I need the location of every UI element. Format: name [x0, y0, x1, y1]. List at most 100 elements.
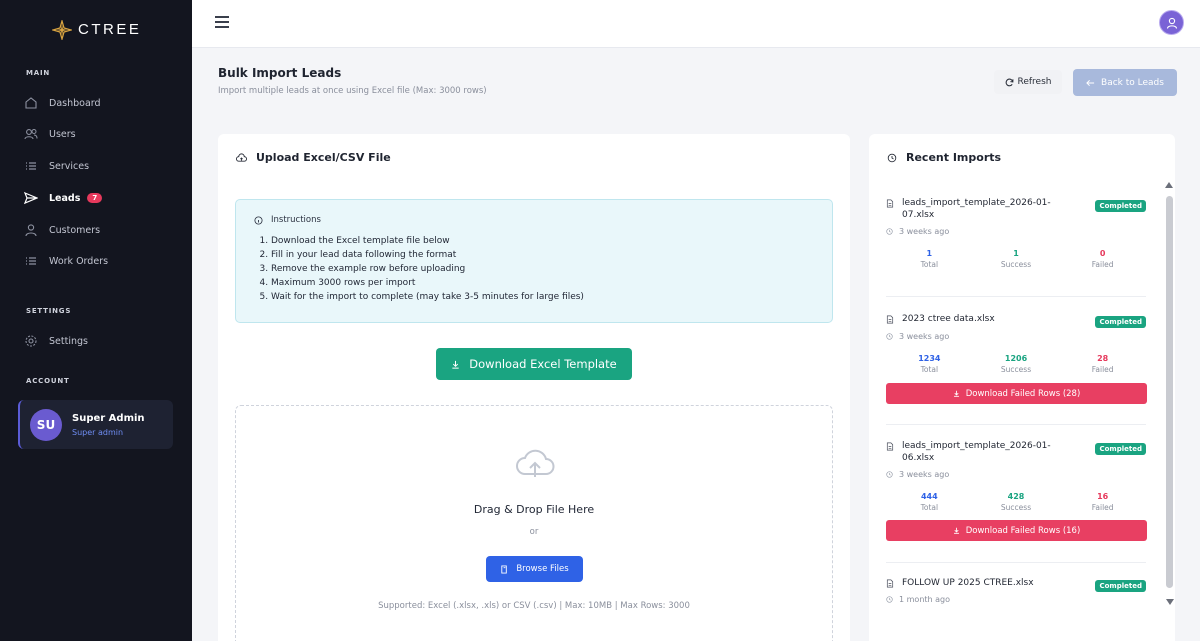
download-template-button[interactable]: Download Excel Template — [436, 348, 632, 380]
brand-logo[interactable]: CTREE — [0, 0, 192, 48]
instructions-list: Download the Excel template file below F… — [254, 234, 832, 304]
upload-card-title: Upload Excel/CSV File — [256, 151, 391, 164]
download-icon — [953, 390, 959, 397]
sidebar-item-services[interactable]: Services — [24, 159, 89, 173]
clock-icon — [886, 228, 893, 235]
scroll-thumb[interactable] — [1166, 196, 1173, 588]
browse-files-button[interactable]: Browse Files — [486, 556, 583, 582]
status-badge: Completed — [1095, 316, 1146, 328]
sidebar-item-users[interactable]: Users — [24, 127, 76, 141]
section-account: ACCOUNT — [26, 377, 70, 385]
download-icon — [452, 360, 459, 369]
import-stats: 1 Total 1 Success 0 Failed — [886, 249, 1146, 269]
file-icon — [886, 199, 894, 208]
download-template-label: Download Excel Template — [469, 357, 617, 371]
sidebar-item-label: Dashboard — [49, 97, 101, 109]
instruction-step: Maximum 3000 rows per import — [271, 276, 832, 290]
cloud-upload-icon — [516, 449, 555, 477]
sidebar-item-label: Services — [49, 160, 90, 172]
instructions-heading: Instructions — [254, 215, 832, 225]
sidebar-item-dashboard[interactable]: Dashboard — [24, 96, 101, 110]
arrow-left-icon — [1086, 79, 1095, 86]
section-settings: SETTINGS — [26, 307, 72, 315]
page-title: Bulk Import Leads — [218, 66, 342, 80]
status-badge: Completed — [1095, 200, 1146, 212]
users-icon — [24, 129, 38, 140]
sidebar-item-work-orders[interactable]: Work Orders — [24, 254, 108, 268]
browse-files-label: Browse Files — [516, 564, 569, 574]
instruction-step: Fill in your lead data following the for… — [271, 248, 832, 262]
download-failed-rows-button[interactable]: Download Failed Rows (16) — [886, 520, 1147, 541]
sidebar-item-settings[interactable]: Settings — [24, 334, 88, 348]
user-icon — [25, 224, 37, 237]
sidebar-item-customers[interactable]: Customers — [24, 223, 100, 237]
download-failed-rows-button[interactable]: Download Failed Rows (28) — [886, 383, 1147, 404]
list-icon — [26, 257, 36, 265]
refresh-button[interactable]: Refresh — [994, 70, 1062, 94]
refresh-label: Refresh — [1017, 77, 1052, 87]
instruction-step: Wait for the import to complete (may tak… — [271, 290, 832, 304]
status-badge: Completed — [1095, 443, 1146, 455]
stat-failed-value: 28 — [1097, 354, 1109, 363]
import-stats: 444 Total 428 Success 16 Failed — [886, 492, 1146, 512]
divider — [886, 296, 1146, 297]
dropzone-title: Drag & Drop File Here — [473, 503, 595, 516]
file-icon — [886, 579, 894, 588]
brand-name: CTREE — [78, 21, 142, 38]
stat-failed-label: Failed — [1091, 260, 1114, 269]
clock-icon — [886, 333, 893, 340]
account-card[interactable]: SU Super Admin Super admin — [18, 400, 173, 449]
page-subtitle: Import multiple leads at once using Exce… — [218, 86, 487, 96]
import-file-name: leads_import_template_2026-01-07.xlsx — [886, 198, 1076, 221]
sidebar-item-label: Settings — [49, 335, 88, 347]
stat-total-value: 1234 — [918, 354, 941, 363]
import-time: 3 weeks ago — [886, 227, 949, 236]
account-role: Super admin — [72, 427, 124, 437]
recent-imports-scrollbar[interactable] — [1165, 182, 1175, 608]
scroll-down-icon[interactable] — [1166, 599, 1174, 605]
user-avatar[interactable] — [1159, 10, 1184, 35]
stat-success-label: Success — [1000, 503, 1032, 512]
instructions-title: Instructions — [271, 215, 321, 225]
import-file-name: FOLLOW UP 2025 CTREE.xlsx — [886, 578, 1076, 590]
supported-formats: Supported: Excel (.xlsx, .xls) or CSV (.… — [378, 601, 690, 611]
upload-card-header: Upload Excel/CSV File — [218, 134, 850, 164]
stat-failed-value: 16 — [1097, 492, 1109, 501]
menu-toggle-icon[interactable] — [215, 16, 229, 28]
dropzone-or: or — [529, 527, 539, 537]
file-icon — [886, 315, 894, 324]
file-dropzone[interactable]: Drag & Drop File Here or Browse Files Su… — [235, 405, 833, 641]
import-time: 1 month ago — [886, 595, 950, 604]
sidebar-item-label: Customers — [49, 224, 101, 236]
recent-imports-list[interactable]: leads_import_template_2026-01-07.xlsx Co… — [869, 182, 1165, 612]
sidebar-item-leads[interactable]: Leads 7 — [24, 191, 103, 205]
history-icon — [887, 153, 897, 162]
import-stats: 1234 Total 1206 Success 28 Failed — [886, 354, 1146, 374]
status-badge: Completed — [1095, 580, 1146, 592]
recent-imports-card: Recent Imports leads_import_template_202… — [869, 134, 1175, 641]
stat-failed-value: 0 — [1099, 249, 1106, 258]
back-to-leads-button[interactable]: Back to Leads — [1073, 69, 1177, 96]
instruction-step: Remove the example row before uploading — [271, 262, 832, 276]
back-label: Back to Leads — [1101, 77, 1164, 88]
gear-icon — [25, 335, 37, 347]
user-icon — [1166, 17, 1177, 29]
avatar: SU — [30, 408, 62, 441]
scroll-up-icon[interactable] — [1165, 182, 1173, 188]
import-file-name: 2023 ctree data.xlsx — [886, 314, 1076, 326]
import-file-name: leads_import_template_2026-01-06.xlsx — [886, 441, 1076, 464]
stat-total-value: 1 — [926, 249, 933, 258]
list-icon — [26, 162, 36, 170]
stat-success-label: Success — [1000, 260, 1032, 269]
divider — [886, 424, 1146, 425]
stat-success-value: 428 — [1007, 492, 1025, 501]
sidebar-item-label: Work Orders — [49, 255, 109, 267]
stat-success-value: 1206 — [1004, 354, 1028, 363]
divider — [886, 562, 1146, 563]
info-icon — [254, 215, 263, 225]
download-icon — [953, 527, 959, 534]
recent-imports-header: Recent Imports — [869, 134, 1175, 164]
stat-total-label: Total — [920, 503, 939, 512]
stat-total-label: Total — [920, 365, 939, 374]
recent-imports-title: Recent Imports — [906, 151, 1002, 164]
